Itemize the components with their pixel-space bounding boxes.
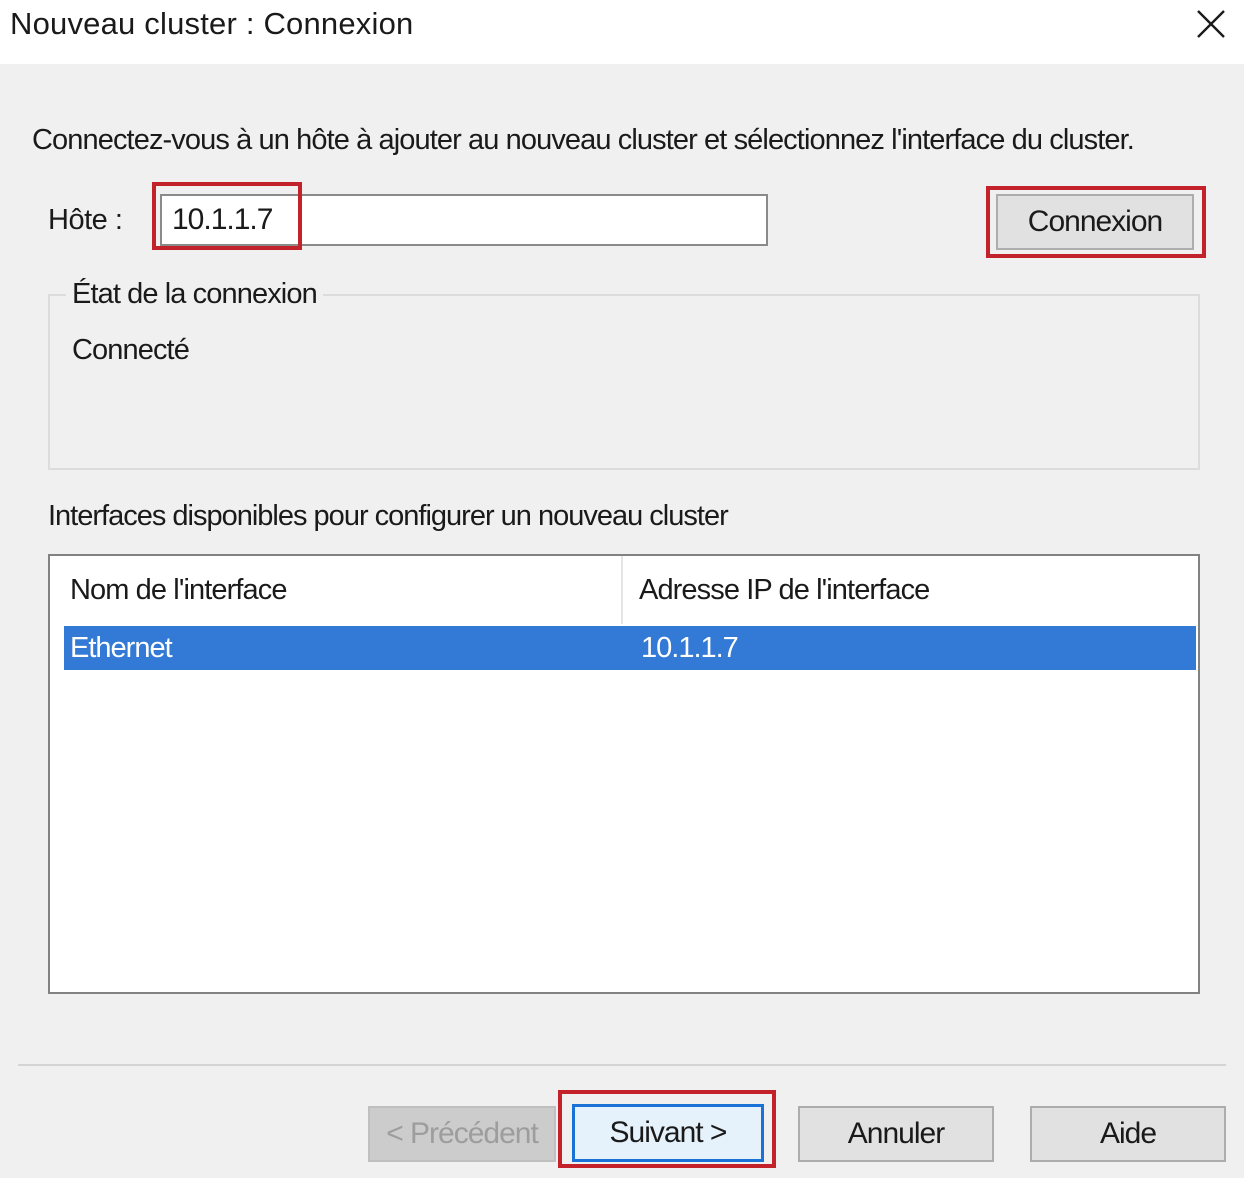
- host-input[interactable]: [160, 194, 768, 246]
- table-row[interactable]: Ethernet 10.1.1.7: [64, 626, 1196, 670]
- next-button[interactable]: Suivant >: [572, 1104, 764, 1162]
- interfaces-label: Interfaces disponibles pour configurer u…: [48, 500, 729, 532]
- close-button[interactable]: [1188, 4, 1234, 44]
- connection-status-label: État de la connexion: [66, 278, 323, 311]
- title-bar: Nouveau cluster : Connexion: [0, 0, 1244, 64]
- help-button[interactable]: Aide: [1030, 1106, 1226, 1162]
- instruction-text: Connectez-vous à un hôte à ajouter au no…: [32, 124, 1135, 156]
- footer-separator: [18, 1064, 1226, 1066]
- interfaces-list[interactable]: Nom de l'interface Adresse IP de l'inter…: [48, 554, 1200, 994]
- column-header-interface-name[interactable]: Nom de l'interface: [50, 556, 623, 624]
- interface-name-cell: Ethernet: [70, 631, 173, 664]
- interfaces-list-header: Nom de l'interface Adresse IP de l'inter…: [50, 556, 1198, 624]
- host-label: Hôte :: [48, 204, 123, 236]
- connection-status-value: Connecté: [72, 334, 190, 366]
- new-cluster-dialog: Nouveau cluster : Connexion Connectez-vo…: [0, 0, 1244, 1178]
- interface-ip-cell: 10.1.1.7: [641, 631, 739, 664]
- window-title: Nouveau cluster : Connexion: [10, 6, 414, 41]
- cancel-button[interactable]: Annuler: [798, 1106, 994, 1162]
- column-header-interface-ip[interactable]: Adresse IP de l'interface: [623, 556, 1198, 624]
- connect-button[interactable]: Connexion: [996, 194, 1194, 250]
- close-icon: [1197, 10, 1225, 38]
- connection-status-group: [48, 294, 1200, 470]
- previous-button[interactable]: < Précédent: [368, 1106, 556, 1162]
